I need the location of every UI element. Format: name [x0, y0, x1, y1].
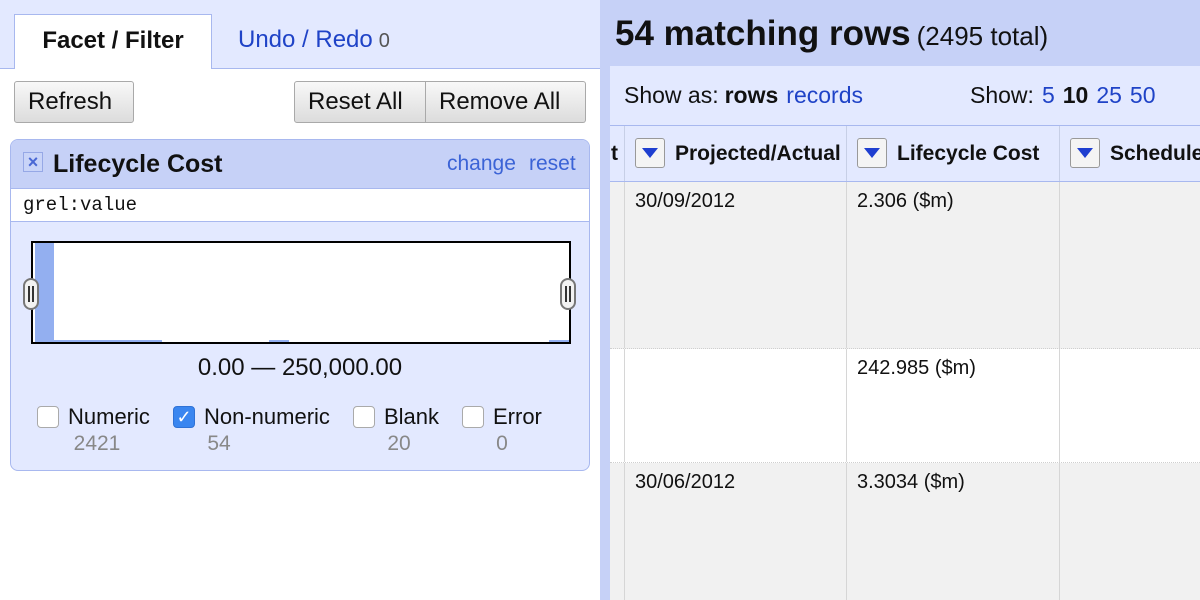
- tab-facet-filter[interactable]: Facet / Filter: [14, 14, 212, 69]
- right-panel: 54 matching rows (2495 total) Show as: row…: [610, 0, 1200, 600]
- column-header-schedule[interactable]: Schedule: [1059, 126, 1200, 181]
- choice-count: 2421: [73, 432, 121, 455]
- table-row: 242.985 ($m): [610, 349, 1200, 463]
- choice-label: Non-numeric: [204, 404, 330, 429]
- choice-count: 20: [387, 432, 411, 455]
- table-header: t Projected/Actual Lifecycle Cost Schedu…: [610, 125, 1200, 182]
- page-size: Show: 5 10 25 50: [970, 82, 1156, 109]
- cell-lifecycle-cost[interactable]: 2.306 ($m): [846, 182, 1059, 348]
- column-label: Lifecycle Cost: [897, 142, 1040, 165]
- page-size-5[interactable]: 5: [1042, 82, 1055, 108]
- cell-schedule[interactable]: [1059, 349, 1200, 462]
- page-size-10: 10: [1062, 82, 1089, 108]
- close-icon[interactable]: ×: [23, 152, 43, 172]
- column-header-projected-actual[interactable]: Projected/Actual: [624, 126, 846, 181]
- column-dropdown-icon[interactable]: [635, 138, 665, 168]
- column-label: t: [611, 142, 618, 165]
- choice-count: 0: [496, 432, 508, 455]
- choice-count: 54: [207, 432, 231, 455]
- show-label: Show:: [970, 82, 1034, 108]
- facet-lifecycle-cost: × Lifecycle Cost change reset grel:value…: [10, 139, 590, 471]
- left-tab-bar: Facet / Filter Undo / Redo 0: [0, 0, 600, 69]
- range-handle-right[interactable]: [560, 278, 576, 310]
- left-panel: Facet / Filter Undo / Redo 0 Refresh Rese…: [0, 0, 600, 600]
- facet-reset-link[interactable]: reset: [529, 152, 576, 176]
- show-as-records-link[interactable]: records: [786, 82, 863, 108]
- column-header-partial[interactable]: t: [610, 126, 624, 181]
- facet-header: × Lifecycle Cost change reset: [11, 140, 589, 188]
- facet-change-link[interactable]: change: [447, 152, 516, 176]
- column-header-lifecycle-cost[interactable]: Lifecycle Cost: [846, 126, 1059, 181]
- show-as-rows: rows: [724, 82, 779, 108]
- summary-bar: 54 matching rows (2495 total): [610, 0, 1200, 66]
- facet-range: 0.00 — 250,000.00: [197, 354, 403, 381]
- histogram[interactable]: [31, 241, 571, 344]
- row-summary: 54 matching rows (2495 total): [615, 14, 1048, 54]
- total-rows: (2495 total): [916, 21, 1049, 51]
- remove-all-button[interactable]: Remove All: [426, 81, 586, 123]
- matching-rows: 54 matching rows: [615, 14, 911, 53]
- choice-label: Error: [493, 404, 542, 429]
- page-size-25[interactable]: 25: [1096, 82, 1122, 108]
- cell-lifecycle-cost[interactable]: 3.3034 ($m): [846, 463, 1059, 600]
- tab-undo-redo[interactable]: Undo / Redo 0: [238, 14, 390, 68]
- column-label: Schedule: [1110, 142, 1200, 165]
- show-as: Show as: rows records: [624, 82, 863, 109]
- cell-projected-actual[interactable]: 30/09/2012: [624, 182, 846, 348]
- range-handle-left[interactable]: [23, 278, 39, 310]
- numeric-checkbox[interactable]: [37, 406, 59, 428]
- view-controls: Show as: rows records Show: 5 10 25 50: [610, 66, 1200, 125]
- tab-undo-redo-label: Undo / Redo: [238, 26, 373, 53]
- refresh-button[interactable]: Refresh: [14, 81, 134, 123]
- cell-lifecycle-cost[interactable]: 242.985 ($m): [846, 349, 1059, 462]
- page-size-50[interactable]: 50: [1130, 82, 1156, 108]
- panel-divider[interactable]: [600, 0, 610, 600]
- show-as-label: Show as:: [624, 82, 719, 108]
- facet-expression[interactable]: grel:value: [11, 188, 589, 222]
- cell-projected-actual[interactable]: 30/06/2012: [624, 463, 846, 600]
- histogram-bar: [269, 340, 289, 342]
- reset-all-button[interactable]: Reset All: [294, 81, 426, 123]
- blank-checkbox[interactable]: [353, 406, 375, 428]
- choice-label: Blank: [384, 404, 440, 429]
- cell-schedule[interactable]: [1059, 463, 1200, 600]
- column-dropdown-icon[interactable]: [857, 138, 887, 168]
- column-label: Projected/Actual: [675, 142, 841, 165]
- tab-facet-filter-label: Facet / Filter: [42, 27, 184, 54]
- error-checkbox[interactable]: [462, 406, 484, 428]
- facet-title: Lifecycle Cost: [53, 150, 223, 178]
- choice-label: Numeric: [68, 404, 150, 429]
- cell-projected-actual[interactable]: [624, 349, 846, 462]
- table-row: 30/06/2012 3.3034 ($m): [610, 463, 1200, 600]
- table-row: 30/09/2012 2.306 ($m): [610, 182, 1200, 349]
- histogram-bar: [549, 340, 569, 342]
- cell-schedule[interactable]: [1059, 182, 1200, 348]
- histogram-bar: [54, 340, 162, 342]
- undo-count: 0: [378, 30, 390, 52]
- column-dropdown-icon[interactable]: [1070, 138, 1100, 168]
- non-numeric-checkbox[interactable]: ✓: [173, 406, 195, 428]
